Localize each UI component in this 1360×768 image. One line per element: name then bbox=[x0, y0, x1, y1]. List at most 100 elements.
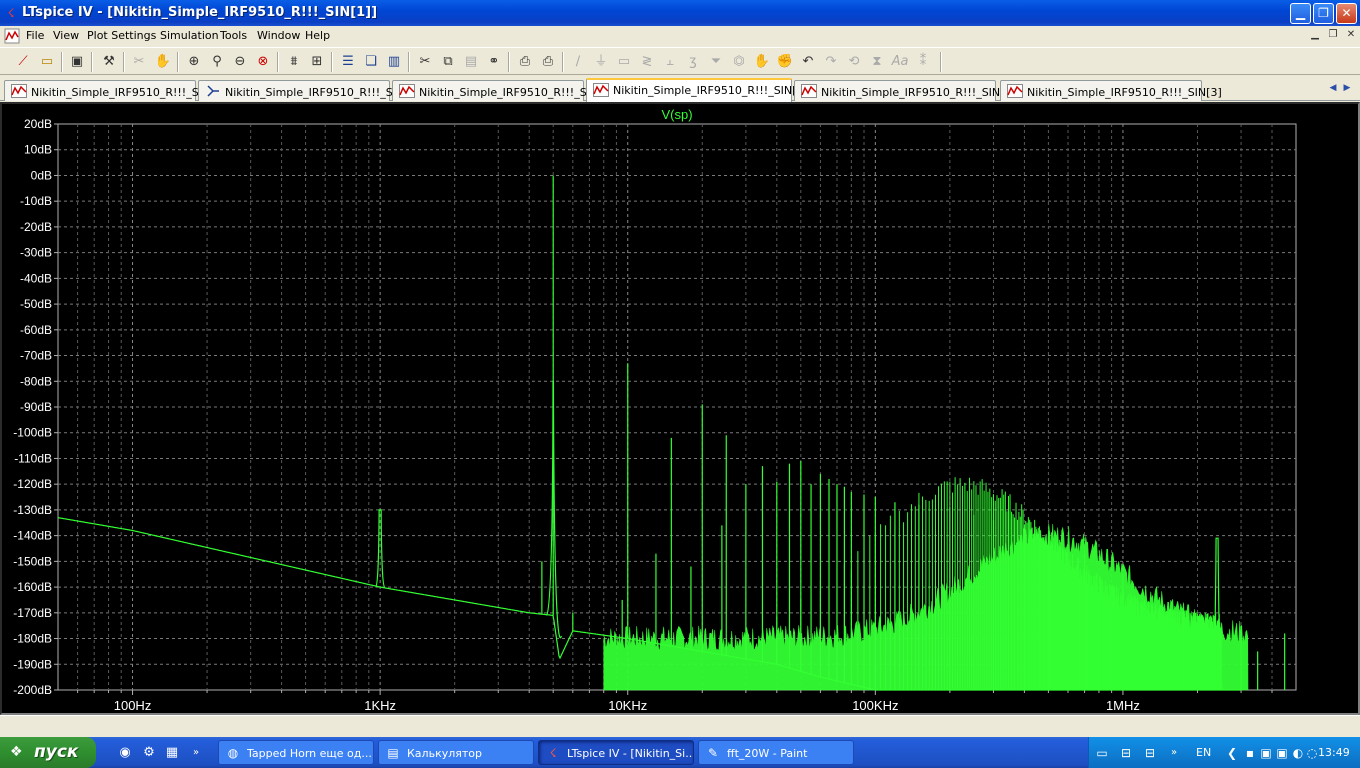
toolbar-separator bbox=[331, 52, 333, 72]
text-icon[interactable]: Aa bbox=[890, 52, 910, 72]
drag-icon[interactable]: ✊ bbox=[775, 52, 795, 72]
zoom-in-icon[interactable]: ⊕ bbox=[184, 52, 204, 72]
calculator-icon: ▤ bbox=[387, 746, 399, 760]
halt-icon[interactable]: ✂ bbox=[129, 52, 149, 72]
mdi-minimize-icon[interactable]: ▁ bbox=[1308, 28, 1322, 42]
y-tick-label: -130dB bbox=[13, 503, 52, 517]
cut-icon[interactable]: ✂ bbox=[415, 52, 435, 72]
tab-scroll-right-icon[interactable]: ▶ bbox=[1340, 81, 1354, 95]
trace-label: V(sp) bbox=[661, 107, 692, 122]
quicklaunch-more-icon[interactable]: » bbox=[188, 745, 204, 761]
tile-vertical-icon[interactable]: ▥ bbox=[384, 52, 404, 72]
run-icon[interactable]: ⟋ bbox=[13, 52, 33, 72]
print-icon[interactable]: ⎙ bbox=[538, 52, 558, 72]
copy-icon[interactable]: ⧉ bbox=[438, 52, 458, 72]
close-button[interactable]: ✕ bbox=[1336, 3, 1357, 24]
network-icon[interactable]: ⊟ bbox=[1118, 745, 1134, 761]
inductor-icon[interactable]: ʒ bbox=[683, 52, 703, 72]
tab-schematic[interactable]: Nikitin_Simple_IRF9510_R!!!_SIN bbox=[198, 80, 404, 101]
menu-window[interactable]: Window bbox=[257, 29, 300, 42]
tab-plot-active[interactable]: Nikitin_Simple_IRF9510_R!!!_SIN[1] bbox=[586, 78, 808, 102]
tray-expand-icon[interactable]: ❮ bbox=[1224, 745, 1240, 761]
wire-icon[interactable]: ∕ bbox=[568, 52, 588, 72]
start-button[interactable]: ❖ пуск bbox=[0, 737, 96, 768]
toolbar-separator bbox=[61, 52, 63, 72]
mdi-close-icon[interactable]: ✕ bbox=[1344, 28, 1358, 42]
menu-file[interactable]: File bbox=[26, 29, 44, 42]
task-calculator[interactable]: ▤ Калькулятор bbox=[378, 740, 534, 765]
toolbar-separator bbox=[91, 52, 93, 72]
menu-plot-settings[interactable]: Plot Settings bbox=[87, 29, 156, 42]
waveform-icon bbox=[1007, 84, 1023, 98]
autorange-icon[interactable]: ⩩ bbox=[284, 52, 304, 72]
tile-horizontal-icon[interactable]: ☰ bbox=[338, 52, 358, 72]
diode-icon[interactable]: ⏷ bbox=[706, 52, 726, 72]
label-icon[interactable]: ▭ bbox=[614, 52, 634, 72]
ground-icon[interactable]: ⏚ bbox=[591, 52, 611, 72]
undo-icon[interactable]: ↶ bbox=[798, 52, 818, 72]
rotate-icon[interactable]: ⟲ bbox=[844, 52, 864, 72]
folder-icon[interactable]: ▭ bbox=[1094, 745, 1110, 761]
menu-simulation[interactable]: Simulation bbox=[160, 29, 219, 42]
pan-icon[interactable]: ✋ bbox=[153, 52, 173, 72]
language-indicator[interactable]: EN bbox=[1196, 746, 1211, 759]
cascade-icon[interactable]: ❏ bbox=[361, 52, 381, 72]
task-ltspice[interactable]: ☇ LTspice IV - [Nikitin_Si... bbox=[538, 740, 694, 765]
title-bar: ☇ LTspice IV - [Nikitin_Simple_IRF9510_R… bbox=[0, 0, 1360, 26]
y-tick-label: -80dB bbox=[20, 374, 52, 388]
control-panel-icon[interactable]: ⚒ bbox=[99, 52, 119, 72]
tab-label: Nikitin_Simple_IRF9510_R!!!_SIN bbox=[31, 86, 211, 99]
open-icon[interactable]: ▭ bbox=[37, 52, 57, 72]
tab-plot-1[interactable]: Nikitin_Simple_IRF9510_R!!!_SIN bbox=[4, 80, 210, 101]
task-paint[interactable]: ✎ fft_20W - Paint bbox=[698, 740, 854, 765]
probe-icon[interactable]: ⊞ bbox=[307, 52, 327, 72]
zoom-area-icon[interactable]: ⚲ bbox=[207, 52, 227, 72]
mdi-restore-icon[interactable]: ❐ bbox=[1326, 28, 1340, 42]
capacitor-icon[interactable]: ⫠ bbox=[660, 52, 680, 72]
menu-bar: File View Plot Settings Simulation Tools… bbox=[0, 26, 1360, 46]
zoom-fit-icon[interactable]: ⊗ bbox=[253, 52, 273, 72]
tab-scroll-left-icon[interactable]: ◀ bbox=[1326, 81, 1340, 95]
waveform-doc-icon[interactable] bbox=[4, 28, 20, 44]
print-setup-icon[interactable]: ⎙ bbox=[515, 52, 535, 72]
y-tick-label: -120dB bbox=[13, 477, 52, 491]
tab-label: Nikitin_Simple_IRF9510_R!!!_SIN[3] bbox=[1027, 86, 1222, 99]
menu-help[interactable]: Help bbox=[305, 29, 330, 42]
redo-icon[interactable]: ↷ bbox=[821, 52, 841, 72]
move-icon[interactable]: ✋ bbox=[752, 52, 772, 72]
menu-tools[interactable]: Tools bbox=[220, 29, 247, 42]
tray-app-icon[interactable]: ▣ bbox=[1258, 745, 1274, 761]
network-icon[interactable]: ⊟ bbox=[1142, 745, 1158, 761]
find-icon[interactable]: ⚭ bbox=[484, 52, 504, 72]
menu-view[interactable]: View bbox=[53, 29, 79, 42]
save-icon[interactable]: ▣ bbox=[67, 52, 87, 72]
tray-app-icon[interactable]: ▣ bbox=[1274, 745, 1290, 761]
quicklaunch-icon[interactable]: ◉ bbox=[117, 745, 133, 761]
tab-plot-3[interactable]: Nikitin_Simple_IRF9510_R!!!_SIN[2] bbox=[794, 80, 1016, 101]
mirror-icon[interactable]: ⧗ bbox=[867, 52, 887, 72]
tab-plot-4[interactable]: Nikitin_Simple_IRF9510_R!!!_SIN[3] bbox=[1000, 80, 1222, 101]
spice-directive-icon[interactable]: ⁑ bbox=[913, 52, 933, 72]
spectrum-plot[interactable]: 20dB 10dB 0dB -10dB -20dB -30dB -40dB -50dB -60d… bbox=[2, 104, 1358, 713]
toolbar-separator bbox=[277, 52, 279, 72]
task-firefox[interactable]: ◍ Tapped Horn еще од... bbox=[218, 740, 374, 765]
x-tick-label: 100KHz bbox=[852, 698, 898, 713]
y-tick-label: -70dB bbox=[20, 349, 52, 363]
minimize-button[interactable]: ▁ bbox=[1290, 3, 1311, 24]
y-tick-label: -200dB bbox=[13, 683, 52, 697]
start-label: пуск bbox=[34, 742, 79, 762]
waveform-viewer[interactable]: 20dB 10dB 0dB -10dB -20dB -30dB -40dB -50dB -60d… bbox=[0, 102, 1360, 715]
tab-plot-2[interactable]: Nikitin_Simple_IRF9510_R!!!_SIN bbox=[392, 80, 598, 101]
tray-more-icon[interactable]: » bbox=[1166, 745, 1182, 761]
component-icon[interactable]: ⏣ bbox=[729, 52, 749, 72]
y-tick-label: -190dB bbox=[13, 657, 52, 671]
resistor-icon[interactable]: ≷ bbox=[637, 52, 657, 72]
zoom-out-icon[interactable]: ⊖ bbox=[230, 52, 250, 72]
restore-button[interactable]: ❐ bbox=[1313, 3, 1334, 24]
quicklaunch-icon[interactable]: ▦ bbox=[164, 745, 180, 761]
fundamental-skirt bbox=[546, 380, 563, 639]
paste-icon[interactable]: ▤ bbox=[461, 52, 481, 72]
quicklaunch-icon[interactable]: ⚙ bbox=[141, 745, 157, 761]
tray-app-icon[interactable]: ▪ bbox=[1242, 745, 1258, 761]
y-tick-label: -10dB bbox=[20, 194, 52, 208]
